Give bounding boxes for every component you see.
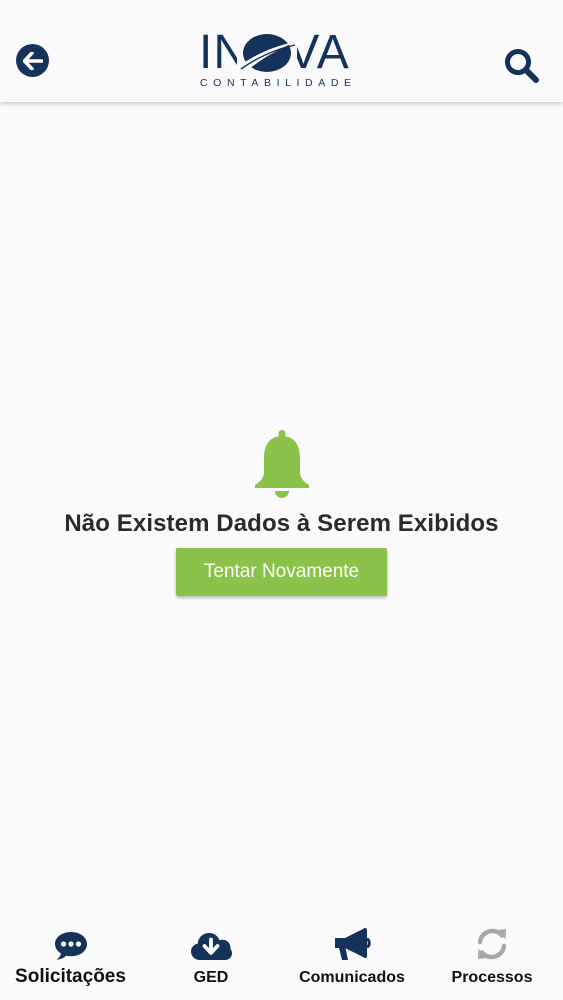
sync-icon (477, 928, 507, 960)
nav-label-ged: GED (193, 969, 229, 986)
chat-bubble-icon (54, 932, 87, 960)
megaphone-icon (335, 928, 371, 960)
empty-message: Não Existem Dados à Serem Exibidos (64, 510, 499, 537)
empty-state: Não Existem Dados à Serem Exibidos Tenta… (0, 428, 563, 596)
retry-button[interactable]: Tentar Novamente (176, 548, 387, 596)
nav-label-solicitacoes: Solicitações (15, 966, 126, 987)
top-bar: INOVA CONTABILIDADE (0, 0, 563, 102)
logo-swoosh-icon (237, 30, 297, 76)
arrow-left-icon (22, 51, 43, 70)
nav-item-solicitacoes[interactable]: Solicitações (8, 925, 133, 1000)
cloud-download-icon (191, 933, 232, 960)
app-screen: INOVA CONTABILIDADE Não Existem Dados à … (0, 0, 563, 1000)
search-button[interactable] (503, 47, 541, 85)
nav-item-comunicados[interactable]: Comunicados (292, 925, 412, 1000)
bottom-navigation: Solicitações GED Comunicados Processos (0, 925, 563, 1000)
logo-tagline: CONTABILIDADE (200, 77, 357, 89)
nav-item-processos[interactable]: Processos (444, 925, 540, 1000)
back-button[interactable] (16, 44, 49, 77)
nav-label-comunicados: Comunicados (299, 969, 405, 986)
inova-logo: INOVA CONTABILIDADE (199, 29, 359, 90)
nav-label-processos: Processos (451, 969, 533, 986)
search-icon (505, 49, 539, 83)
nav-item-ged[interactable]: GED (170, 925, 252, 1000)
bell-icon (254, 430, 309, 498)
